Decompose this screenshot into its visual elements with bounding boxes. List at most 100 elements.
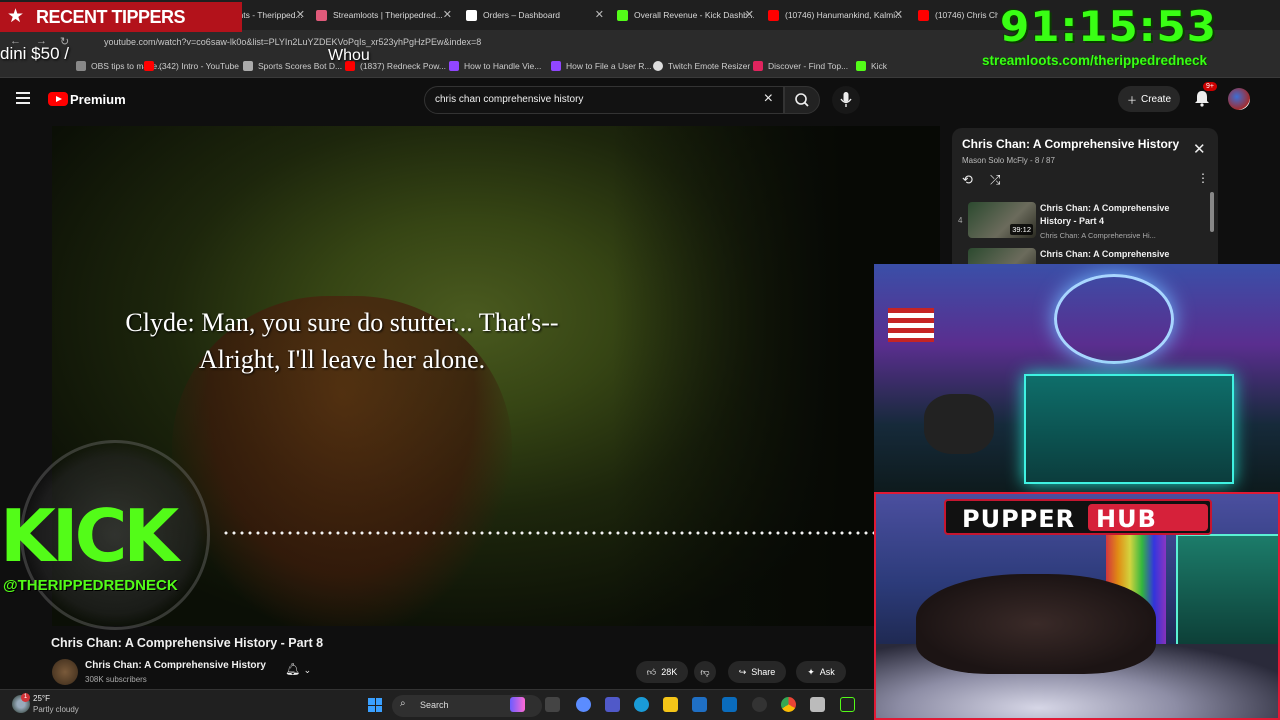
neon-sign [1054, 274, 1174, 364]
playlist-scrollbar[interactable] [1210, 192, 1214, 232]
terminal-icon[interactable] [840, 697, 855, 712]
browser-tab[interactable]: Streamloots | Therippedred... ✕ [316, 4, 452, 26]
chair-silhouette [924, 394, 994, 454]
pupper-label: PUPPER [962, 505, 1076, 533]
bookmark-item[interactable]: Twitch Emote Resizer [653, 61, 750, 71]
youtube-logo-icon[interactable] [48, 92, 68, 106]
copilot-icon[interactable] [510, 697, 525, 712]
bookmark-favicon-icon [653, 61, 663, 71]
kick-logo: KICK [0, 494, 179, 578]
tab-close-icon[interactable]: ✕ [443, 8, 452, 21]
tab-close-icon[interactable]: ✕ [894, 8, 903, 21]
bookmark-label: (342) Intro - YouTube [159, 61, 240, 71]
youtube-premium-label[interactable]: Premium [70, 92, 126, 107]
voice-search-button[interactable] [832, 86, 860, 114]
browser-tab[interactable]: Overall Revenue - Kick Dashb... ✕ [617, 4, 754, 26]
bookmark-item[interactable]: Kick [856, 61, 887, 71]
windows-start-icon[interactable] [368, 698, 382, 712]
create-label: Create [1140, 93, 1171, 105]
bookmark-favicon-icon [753, 61, 763, 71]
browser-tab-active[interactable]: (10746) Chris Chan: A Compr... [918, 4, 998, 26]
share-button[interactable]: ↪ Share [728, 661, 786, 683]
playlist-item-index: 4 [958, 216, 963, 225]
bookmark-item[interactable]: (342) Intro - YouTube [144, 61, 239, 71]
bookmark-label: Kick [871, 61, 888, 71]
weather-description: Partly cloudy [33, 705, 79, 714]
like-count: 28K [661, 667, 678, 677]
more-options-icon[interactable]: ⋮ [1197, 171, 1209, 185]
weather-temperature[interactable]: 25°F [33, 694, 50, 703]
bookmark-favicon-icon [76, 61, 86, 71]
close-icon[interactable]: ✕ [1193, 140, 1206, 158]
outlook-icon[interactable] [722, 697, 737, 712]
bookmark-item[interactable]: How to Handle Vie... [449, 61, 541, 71]
tab-favicon-icon [617, 9, 628, 21]
bookmark-favicon-icon [551, 61, 561, 71]
widgets-icon[interactable] [576, 697, 591, 712]
video-caption: Clyde: Man, you sure do stutter... That'… [125, 308, 559, 374]
youtube-header: Premium chris chan comprehensive history… [0, 79, 1280, 121]
bookmark-item[interactable]: Discover - Find Top... [753, 61, 848, 71]
tab-favicon-icon [316, 9, 327, 21]
store-icon[interactable] [692, 697, 707, 712]
tab-close-icon[interactable]: ✕ [595, 8, 604, 21]
chrome-icon[interactable] [781, 697, 796, 712]
browser-tab[interactable]: Orders – Dashboard ✕ [466, 4, 604, 26]
subathon-timer: 91:15:53 [1000, 2, 1217, 51]
app-icon[interactable] [810, 697, 825, 712]
ask-button[interactable]: ✦ Ask [796, 661, 846, 683]
subscription-bell-button[interactable]: 🔔︎ ⌄ [285, 662, 327, 684]
notification-count-badge: 9+ [1203, 82, 1217, 91]
bookmark-label: Twitch Emote Resizer [668, 61, 751, 71]
chevron-down-icon: ⌄ [303, 665, 312, 675]
create-button[interactable]: ＋ Create [1118, 86, 1180, 112]
playlist-title[interactable]: Chris Chan: A Comprehensive History [962, 137, 1179, 151]
clear-search-icon[interactable]: × [764, 90, 773, 108]
file-explorer-icon[interactable] [663, 697, 678, 712]
tab-close-icon[interactable]: ✕ [296, 8, 305, 21]
video-title: Chris Chan: A Comprehensive History - Pa… [51, 636, 324, 650]
hub-label: HUB [1096, 505, 1157, 533]
kick-handle: @THERIPPEDREDNECK [3, 577, 178, 594]
tab-favicon-icon [918, 9, 929, 21]
bookmark-item[interactable]: How to File a User R... [551, 61, 652, 71]
tab-close-icon[interactable]: ✕ [745, 8, 754, 21]
microphone-icon [840, 92, 852, 107]
task-view-icon[interactable] [545, 697, 560, 712]
playlist-item-thumbnail: 39:12 [968, 202, 1036, 238]
browser-tab[interactable]: (10746) Hanumankind, Kalmi... ✕ [768, 4, 903, 26]
bookmark-label: Discover - Find Top... [768, 61, 849, 71]
loop-icon[interactable]: ⟲ [962, 172, 973, 188]
dislike-button[interactable]: 👎︎ [694, 661, 716, 683]
account-avatar[interactable] [1228, 88, 1250, 110]
notifications-bell-icon[interactable] [1192, 88, 1212, 108]
share-label: Share [751, 667, 776, 677]
playlist-item[interactable]: 4 39:12 Chris Chan: A Comprehensive Hist… [958, 200, 1210, 244]
search-button[interactable] [784, 86, 820, 114]
playlist-item-title: Chris Chan: A Comprehensive History - Pa… [1040, 203, 1170, 226]
bookmark-label: (1837) Redneck Pow... [360, 61, 446, 71]
obs-icon[interactable] [752, 697, 767, 712]
plus-icon: ＋ [1126, 95, 1137, 107]
playlist-subtitle: Mason Solo McFly - 8 / 87 [962, 156, 1055, 165]
edge-icon[interactable] [634, 697, 649, 712]
hamburger-menu-icon[interactable] [16, 92, 30, 104]
ask-label: Ask [819, 667, 835, 677]
streamloots-url: streamloots.com/therippedredneck [982, 53, 1208, 68]
channel-avatar[interactable] [52, 659, 78, 685]
lit-shelf [1024, 374, 1234, 484]
teams-icon[interactable] [605, 697, 620, 712]
playlist-item-title: Chris Chan: A Comprehensive [1040, 249, 1170, 259]
channel-name[interactable]: Chris Chan: A Comprehensive History [85, 660, 266, 671]
tab-label: (10746) Chris Chan: A Compr... [935, 10, 998, 20]
taskbar-search-label: Search [420, 700, 449, 710]
search-input[interactable]: chris chan comprehensive history × [424, 86, 784, 114]
playlist-item-channel: Chris Chan: A Comprehensive Hi... [1040, 231, 1156, 240]
url-field[interactable]: youtube.com/watch?v=co6saw-lk0o&list=PLY… [104, 37, 481, 47]
video-progress-dots[interactable] [222, 531, 940, 535]
search-query: chris chan comprehensive history [435, 94, 584, 105]
blanket-silhouette [916, 574, 1156, 674]
shuffle-icon[interactable]: ⤮ [990, 172, 1000, 188]
like-button[interactable]: 👍︎ 28K [636, 661, 688, 683]
playlist-panel: Chris Chan: A Comprehensive History Maso… [952, 128, 1218, 268]
